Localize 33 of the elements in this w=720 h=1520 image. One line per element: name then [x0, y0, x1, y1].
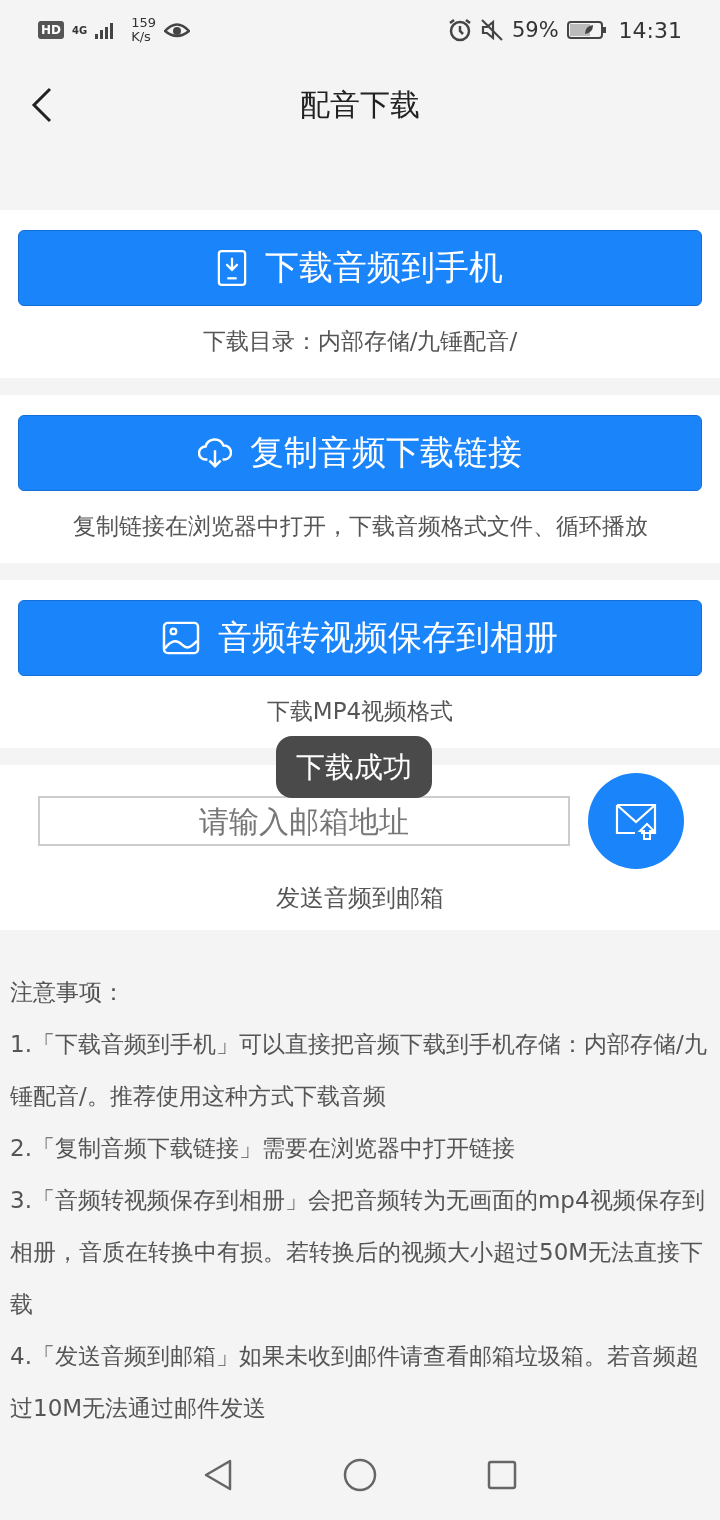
home-nav-icon[interactable]	[343, 1458, 377, 1492]
email-caption: 发送音频到邮箱	[276, 883, 444, 913]
notes-title: 注意事项：	[10, 978, 126, 1007]
cloud-download-icon	[198, 437, 232, 469]
action-button[interactable]: 复制音频下载链接	[18, 415, 702, 491]
toast-message: 下载成功	[276, 736, 432, 798]
hd-badge: HD	[38, 21, 64, 39]
battery-icon	[566, 20, 607, 40]
note-paragraph: 2.「复制音频下载链接」需要在浏览器中打开链接	[10, 1134, 516, 1163]
image-icon	[162, 621, 200, 655]
mail-send-icon	[615, 802, 657, 840]
page-title: 配音下载	[300, 85, 420, 124]
recents-nav-icon[interactable]	[487, 1460, 517, 1490]
action-note: 复制链接在浏览器中打开，下载音频格式文件、循环播放	[72, 512, 648, 541]
note-paragraph: 3.「音频转视频保存到相册」会把音频转为无画面的mp4视频保存到相册，音质在转换中有损。若转换后的视频大小超过50M无法直接下载	[10, 1186, 706, 1319]
action-note: 下载MP4视频格式	[266, 697, 454, 726]
speed-value: 159	[131, 16, 156, 30]
phone-download-icon	[217, 249, 247, 287]
eye-icon	[164, 21, 190, 39]
email-field[interactable]: 请输入邮箱地址	[38, 796, 570, 846]
clock-time: 14:31	[618, 17, 682, 43]
alarm-icon	[447, 18, 472, 42]
action-button[interactable]: 音频转视频保存到相册	[18, 600, 702, 676]
action-note: 下载目录：内部存储/九锤配音/	[202, 327, 518, 356]
speed-unit: K/s	[131, 30, 152, 44]
battery-percent: 59%	[511, 18, 559, 42]
back-icon[interactable]	[30, 87, 54, 123]
action-button[interactable]: 下载音频到手机	[18, 230, 702, 306]
note-paragraph: 4.「发送音频到邮箱」如果未收到邮件请查看邮箱垃圾箱。若音频超过10M无法通过邮件发送	[10, 1342, 700, 1423]
back-nav-icon[interactable]	[203, 1458, 233, 1492]
note-paragraph: 1.「下载音频到手机」可以直接把音频下载到手机存储：内部存储/九锤配音/。推荐使用这种方式下载音频	[10, 1030, 708, 1111]
mute-icon	[479, 18, 504, 42]
network-type: 4G	[72, 24, 88, 36]
